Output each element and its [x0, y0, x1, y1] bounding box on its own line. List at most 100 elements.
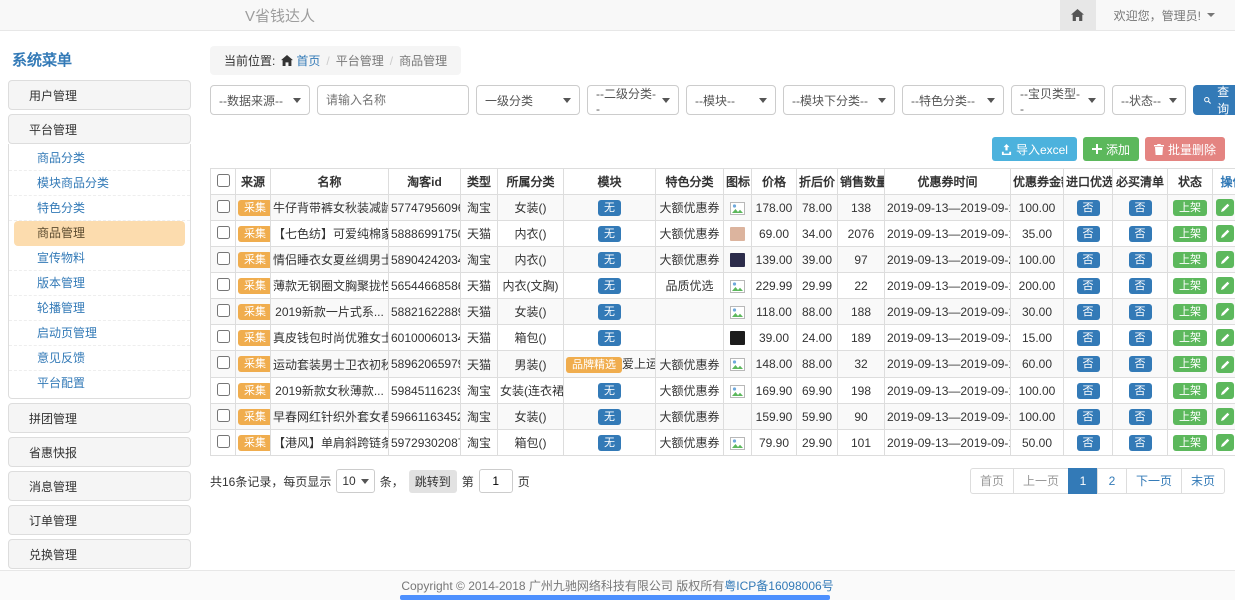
row-checkbox[interactable] [217, 252, 230, 265]
edit-button[interactable] [1216, 408, 1234, 425]
home-button[interactable] [1060, 0, 1096, 30]
sidebar-group-消息管理[interactable]: 消息管理 [8, 471, 191, 501]
import-select-badge[interactable]: 否 [1077, 409, 1100, 425]
status-badge[interactable]: 上架 [1173, 278, 1207, 294]
filter-select-状态[interactable]: --状态-- [1112, 85, 1186, 115]
status-badge[interactable]: 上架 [1173, 409, 1207, 425]
status-badge[interactable]: 上架 [1173, 304, 1207, 320]
taoke-id: 589042420344 [389, 247, 461, 273]
status-badge[interactable]: 上架 [1173, 330, 1207, 346]
page-button-上一页[interactable]: 上一页 [1013, 468, 1069, 494]
must-buy-badge[interactable]: 否 [1129, 383, 1152, 399]
actions-cell [1213, 195, 1235, 221]
edit-button[interactable] [1216, 225, 1234, 242]
filter-select-数据来源[interactable]: --数据来源-- [210, 85, 310, 115]
page-size-select[interactable]: 10 [336, 469, 374, 493]
select-all-checkbox[interactable] [217, 174, 230, 187]
import-select-badge[interactable]: 否 [1077, 252, 1100, 268]
row-checkbox[interactable] [217, 278, 230, 291]
must-buy-badge[interactable]: 否 [1129, 226, 1152, 242]
must-buy-badge[interactable]: 否 [1129, 330, 1152, 346]
import-excel-button[interactable]: 导入excel [992, 137, 1077, 161]
sidebar-group-省惠快报[interactable]: 省惠快报 [8, 437, 191, 467]
row-checkbox[interactable] [217, 200, 230, 213]
must-buy-badge[interactable]: 否 [1129, 409, 1152, 425]
import-select-badge[interactable]: 否 [1077, 226, 1100, 242]
row-checkbox[interactable] [217, 304, 230, 317]
filter-select-特色分类[interactable]: --特色分类-- [902, 85, 1004, 115]
page-button-2[interactable]: 2 [1097, 468, 1127, 494]
import-select-badge[interactable]: 否 [1077, 356, 1100, 372]
import-select-badge[interactable]: 否 [1077, 304, 1100, 320]
sidebar-group-兑换管理[interactable]: 兑换管理 [8, 539, 191, 569]
filter-select-宝贝类型[interactable]: --宝贝类型-- [1011, 85, 1105, 115]
import-select-badge[interactable]: 否 [1077, 330, 1100, 346]
edit-button[interactable] [1216, 199, 1234, 216]
page-button-末页[interactable]: 末页 [1181, 468, 1225, 494]
edit-button[interactable] [1216, 303, 1234, 320]
icp-link[interactable]: 粤ICP备16098006号 [724, 577, 833, 594]
sidebar-item-模块商品分类[interactable]: 模块商品分类 [9, 171, 190, 196]
sidebar-group-拼团管理[interactable]: 拼团管理 [8, 403, 191, 433]
filter-select-模块下分类[interactable]: --模块下分类-- [783, 85, 895, 115]
sidebar-group-平台管理[interactable]: 平台管理 [8, 114, 191, 144]
filter-select-模块[interactable]: --模块-- [686, 85, 776, 115]
must-buy-badge[interactable]: 否 [1129, 278, 1152, 294]
status-badge[interactable]: 上架 [1173, 252, 1207, 268]
sidebar-group-订单管理[interactable]: 订单管理 [8, 505, 191, 535]
horizontal-scrollbar-thumb[interactable] [400, 595, 830, 600]
row-checkbox[interactable] [217, 383, 230, 396]
edit-button[interactable] [1216, 434, 1234, 451]
edit-button[interactable] [1216, 277, 1234, 294]
sidebar-item-轮播管理[interactable]: 轮播管理 [9, 296, 190, 321]
page-button-1[interactable]: 1 [1068, 468, 1098, 494]
import-select-badge[interactable]: 否 [1077, 435, 1100, 451]
filter-select-二级分类[interactable]: --二级分类-- [587, 85, 679, 115]
row-checkbox[interactable] [217, 409, 230, 422]
import-select-badge[interactable]: 否 [1077, 278, 1100, 294]
breadcrumb-home-link[interactable]: 首页 [281, 52, 320, 69]
edit-button[interactable] [1216, 356, 1234, 373]
must-buy-badge[interactable]: 否 [1129, 356, 1152, 372]
filter-select-一级分类[interactable]: 一级分类 [476, 85, 580, 115]
edit-button[interactable] [1216, 382, 1234, 399]
search-input[interactable] [317, 85, 469, 115]
page-button-下一页[interactable]: 下一页 [1126, 468, 1182, 494]
status-badge[interactable]: 上架 [1173, 383, 1207, 399]
jump-page-input[interactable] [479, 469, 513, 493]
discount-price: 88.00 [797, 299, 838, 325]
sidebar-item-版本管理[interactable]: 版本管理 [9, 271, 190, 296]
row-checkbox[interactable] [217, 356, 230, 369]
status-badge[interactable]: 上架 [1173, 435, 1207, 451]
sidebar-item-意见反馈[interactable]: 意见反馈 [9, 346, 190, 371]
row-checkbox[interactable] [217, 435, 230, 448]
status-badge[interactable]: 上架 [1173, 200, 1207, 216]
edit-button[interactable] [1216, 251, 1234, 268]
import-select-badge[interactable]: 否 [1077, 200, 1100, 216]
sidebar-item-启动页管理[interactable]: 启动页管理 [9, 321, 190, 346]
must-buy-badge[interactable]: 否 [1129, 252, 1152, 268]
sidebar-item-商品管理[interactable]: 商品管理 [14, 221, 185, 246]
user-menu[interactable]: 欢迎您，管理员! [1096, 7, 1235, 24]
sidebar-item-特色分类[interactable]: 特色分类 [9, 196, 190, 221]
edit-icon [1221, 386, 1230, 395]
row-checkbox[interactable] [217, 330, 230, 343]
sidebar-group-用户管理[interactable]: 用户管理 [8, 80, 191, 110]
jump-button[interactable]: 跳转到 [409, 470, 457, 493]
sidebar-item-平台配置[interactable]: 平台配置 [9, 371, 190, 396]
status-badge[interactable]: 上架 [1173, 226, 1207, 242]
import-select-badge[interactable]: 否 [1077, 383, 1100, 399]
sidebar-item-商品分类[interactable]: 商品分类 [9, 146, 190, 171]
edit-button[interactable] [1216, 329, 1234, 346]
must-buy-badge[interactable]: 否 [1129, 304, 1152, 320]
column-header-特色分类: 特色分类 [656, 169, 724, 195]
status-badge[interactable]: 上架 [1173, 356, 1207, 372]
must-buy-badge[interactable]: 否 [1129, 200, 1152, 216]
batch-delete-button[interactable]: 批量删除 [1145, 137, 1225, 161]
must-buy-badge[interactable]: 否 [1129, 435, 1152, 451]
row-checkbox[interactable] [217, 226, 230, 239]
sidebar-item-宣传物料[interactable]: 宣传物料 [9, 246, 190, 271]
page-button-首页[interactable]: 首页 [970, 468, 1014, 494]
add-button[interactable]: 添加 [1083, 137, 1139, 161]
query-button[interactable]: 查询 [1193, 85, 1235, 115]
